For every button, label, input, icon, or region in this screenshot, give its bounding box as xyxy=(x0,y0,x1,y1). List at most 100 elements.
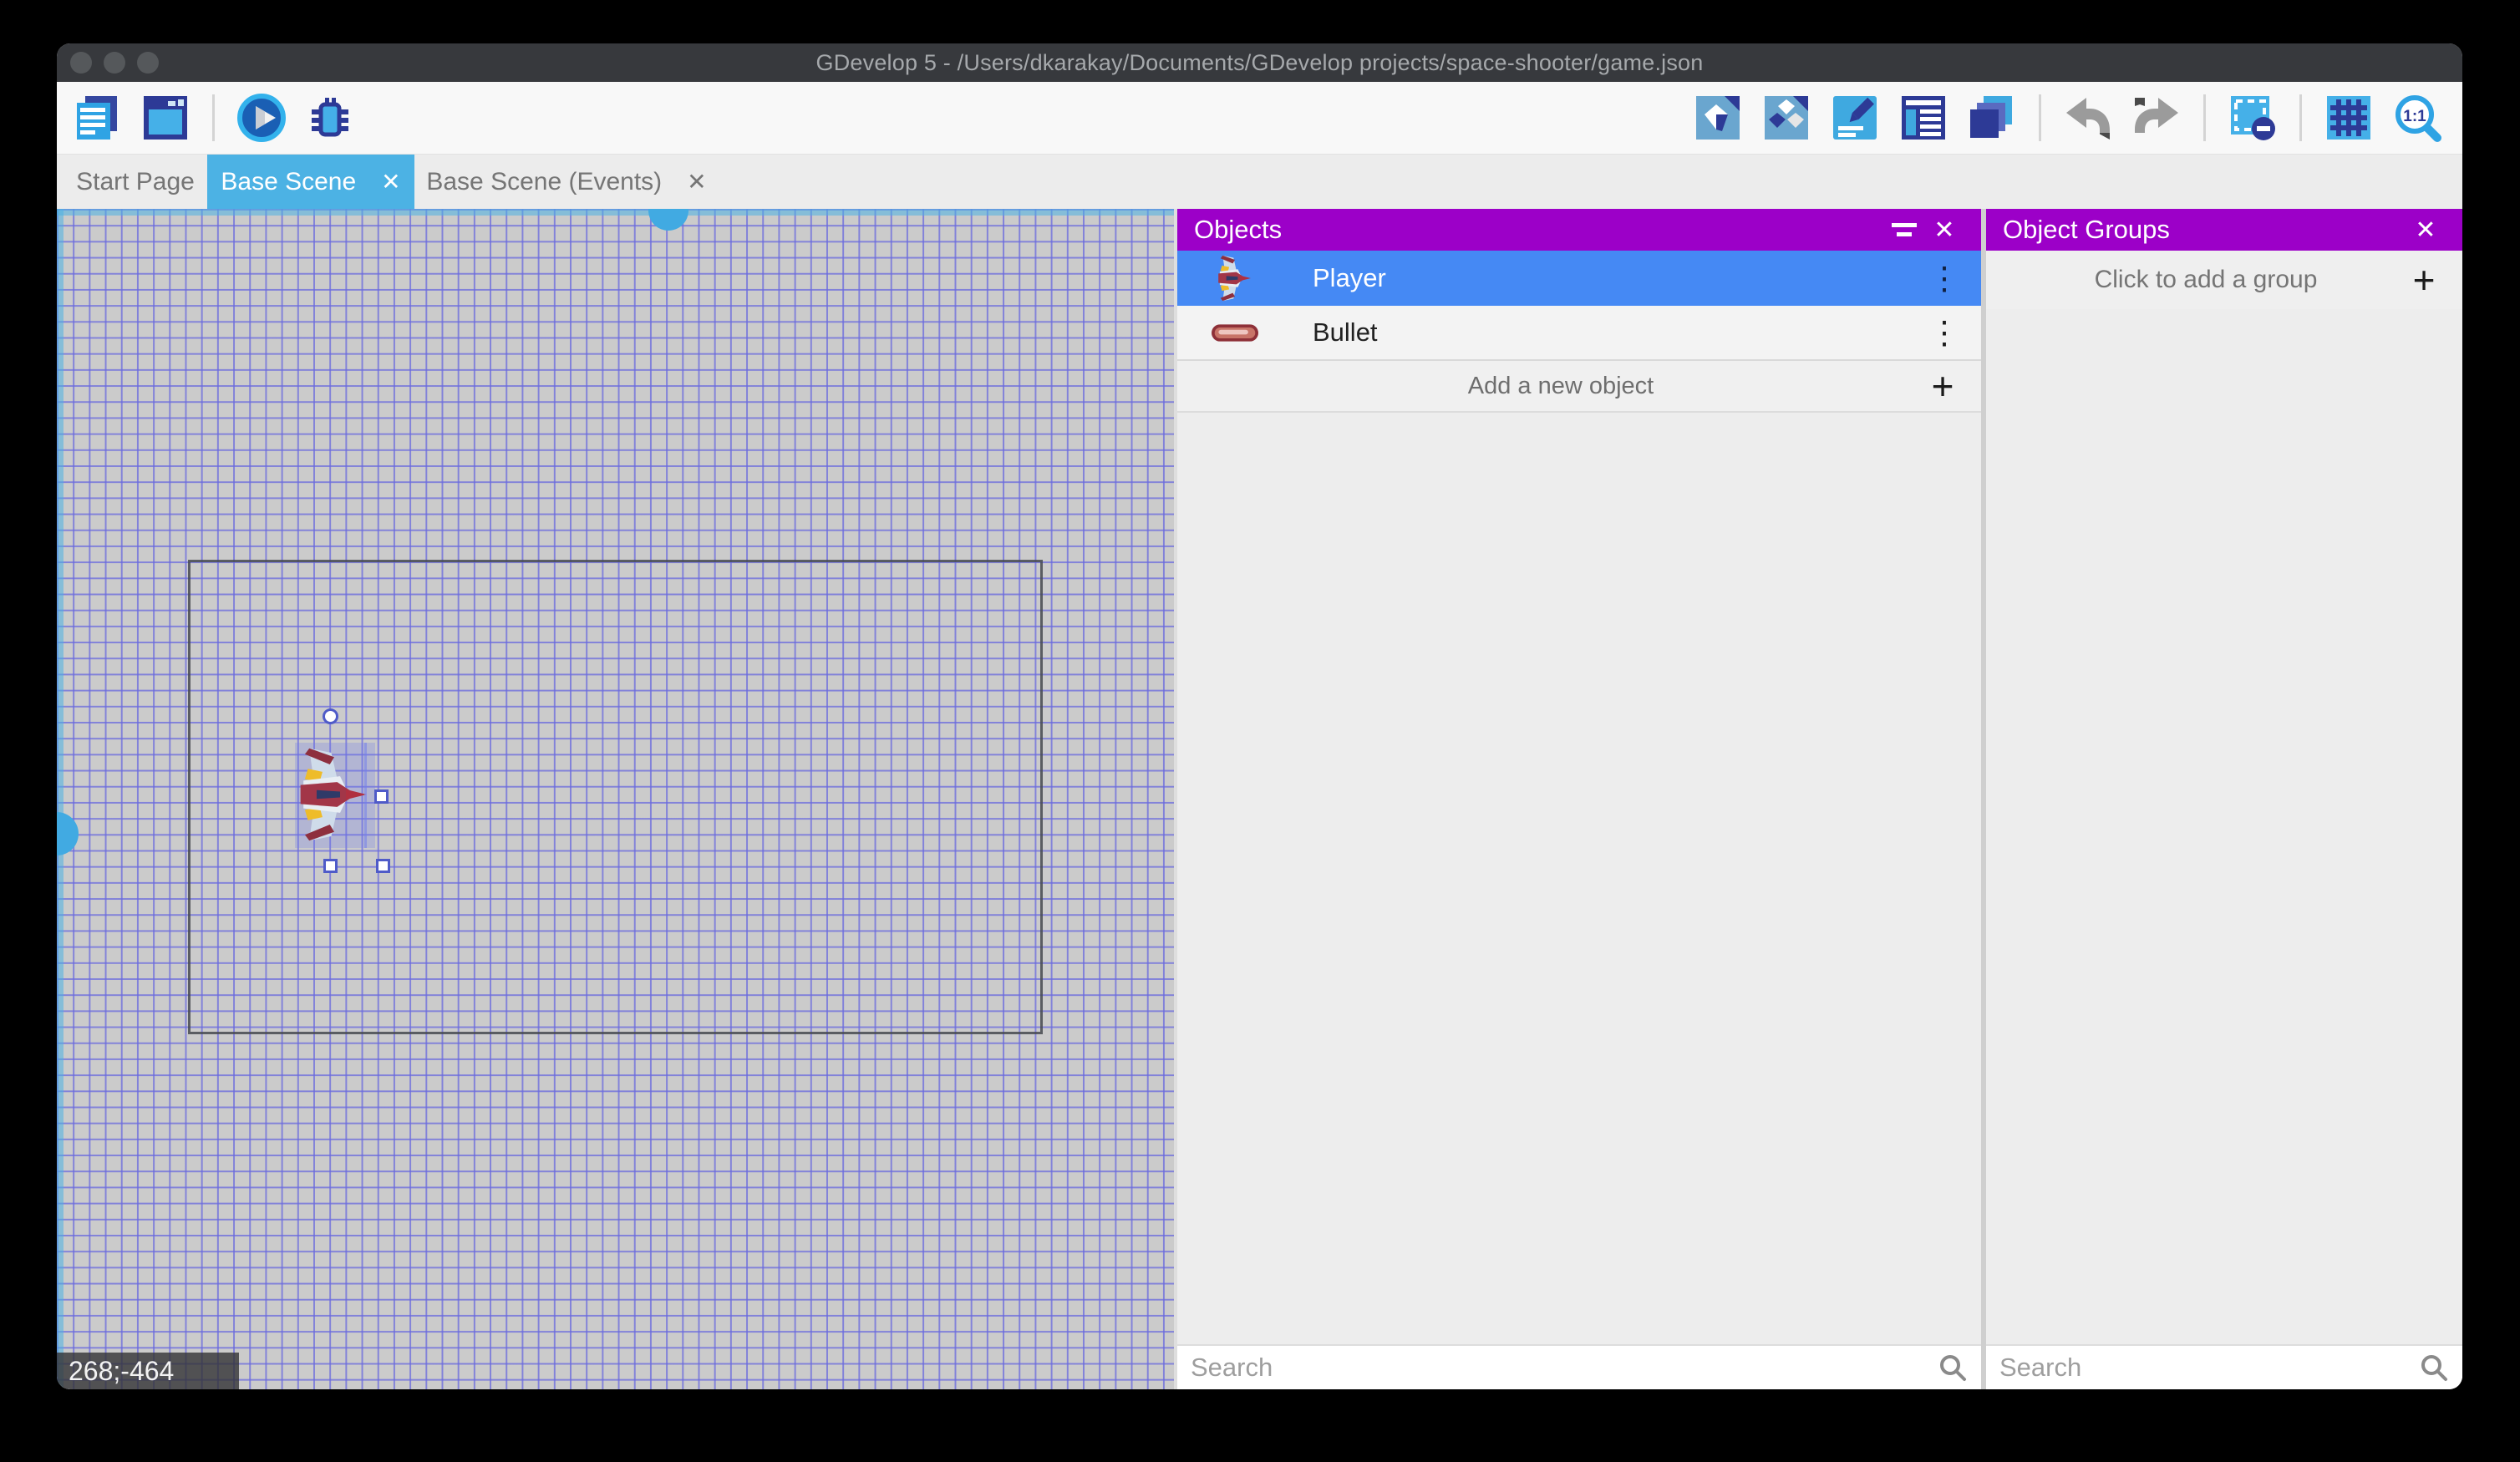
tab-base-scene-events[interactable]: Base Scene (Events) ✕ xyxy=(414,155,719,209)
object-groups-icon xyxy=(1763,94,1810,141)
minimize-window-button[interactable] xyxy=(104,52,125,74)
close-tab-icon[interactable]: ✕ xyxy=(687,170,706,194)
redo-icon xyxy=(2130,94,2183,141)
zoom-one-to-one-button[interactable]: 1:1 xyxy=(2390,91,2444,145)
close-groups-panel-button[interactable]: ✕ xyxy=(2406,210,2446,250)
vertical-scroll-thumb[interactable] xyxy=(57,812,79,855)
objects-panel: Objects ✕ Player ⋮ Bullet xyxy=(1177,209,1981,1389)
project-manager-button[interactable] xyxy=(70,91,124,145)
search-icon xyxy=(1938,1353,1968,1383)
groups-panel-title: Object Groups xyxy=(2003,215,2406,245)
red-capsule-icon xyxy=(1212,324,1258,342)
mask-deselect-button[interactable] xyxy=(2226,91,2279,145)
horizontal-scroll-thumb[interactable] xyxy=(648,209,688,231)
filter-icon xyxy=(1892,223,1917,236)
vertical-scroll-track xyxy=(57,209,64,1389)
play-icon xyxy=(235,91,288,145)
start-page-button[interactable] xyxy=(139,91,192,145)
content: 268;-464 Objects ✕ Player ⋮ xyxy=(57,209,2462,1389)
toolbar-separator xyxy=(2039,94,2041,141)
mask-minus-icon xyxy=(2229,94,2276,141)
add-object-label: Add a new object xyxy=(1197,373,1924,400)
instances-list-icon xyxy=(1900,94,1947,141)
cursor-coordinates-badge: 268;-464 xyxy=(57,1353,239,1389)
close-tab-icon[interactable]: ✕ xyxy=(381,170,400,194)
objects-panel-header: Objects ✕ xyxy=(1177,209,1981,251)
object-row-bullet[interactable]: Bullet ⋮ xyxy=(1177,306,1981,361)
svg-text:1:1: 1:1 xyxy=(2403,108,2426,125)
window-title: GDevelop 5 - /Users/dkarakay/Documents/G… xyxy=(816,50,1704,76)
object-groups-button[interactable] xyxy=(1760,91,1813,145)
groups-list-empty-area xyxy=(1986,309,2462,1344)
tab-label: Base Scene (Events) xyxy=(426,168,662,196)
undo-icon xyxy=(2061,94,2115,141)
horizontal-scroll-track xyxy=(57,209,1174,216)
player-thumbnail xyxy=(1206,255,1264,302)
objects-list-empty-area xyxy=(1177,413,1981,1344)
grid-icon xyxy=(2325,94,2372,141)
toolbar-right: 1:1 xyxy=(1691,91,2444,145)
gdevelop-window: GDevelop 5 - /Users/dkarakay/Documents/G… xyxy=(57,43,2462,1389)
project-manager-icon xyxy=(72,93,122,143)
plus-icon: + xyxy=(2406,257,2442,302)
undo-button[interactable] xyxy=(2061,91,2115,145)
selection-rotate-handle[interactable] xyxy=(323,708,338,724)
close-icon: ✕ xyxy=(2415,216,2436,245)
selection-resize-handle-bottom[interactable] xyxy=(323,859,338,873)
close-icon: ✕ xyxy=(1933,216,1954,245)
objects-search-bar xyxy=(1177,1344,1981,1389)
scene-editor-canvas[interactable]: 268;-464 xyxy=(57,209,1174,1389)
object-groups-panel: Object Groups ✕ Click to add a group + xyxy=(1986,209,2462,1389)
toolbar-left xyxy=(70,91,357,145)
add-group-label: Click to add a group xyxy=(2006,266,2406,294)
selection-resize-handle-right[interactable] xyxy=(374,789,389,804)
objects-panel-title: Objects xyxy=(1194,215,1884,245)
titlebar: GDevelop 5 - /Users/dkarakay/Documents/G… xyxy=(57,43,2462,82)
player-ship-sprite xyxy=(297,747,372,842)
toolbar-separator xyxy=(2203,94,2206,141)
toolbar-separator xyxy=(212,94,215,141)
object-name: Player xyxy=(1313,263,1928,293)
toolbar-separator xyxy=(2299,94,2302,141)
close-window-button[interactable] xyxy=(70,52,92,74)
cursor-coordinates: 268;-464 xyxy=(69,1356,174,1387)
layers-icon xyxy=(1969,94,2015,141)
edit-scene-properties-button[interactable] xyxy=(1828,91,1882,145)
tab-label: Start Page xyxy=(76,168,195,196)
object-menu-button[interactable]: ⋮ xyxy=(1928,314,1961,352)
selection-resize-handle-corner[interactable] xyxy=(376,859,390,873)
toggle-grid-button[interactable] xyxy=(2322,91,2375,145)
object-menu-button[interactable]: ⋮ xyxy=(1928,260,1961,297)
add-group-button[interactable]: Click to add a group + xyxy=(1986,251,2462,309)
layers-button[interactable] xyxy=(1965,91,2019,145)
object-name: Bullet xyxy=(1313,317,1928,348)
play-preview-button[interactable] xyxy=(235,91,288,145)
zoom-window-button[interactable] xyxy=(137,52,159,74)
close-objects-panel-button[interactable]: ✕ xyxy=(1924,210,1964,250)
filter-objects-button[interactable] xyxy=(1884,210,1924,250)
tab-base-scene[interactable]: Base Scene ✕ xyxy=(207,155,414,209)
debug-button[interactable] xyxy=(303,91,357,145)
object-row-player[interactable]: Player ⋮ xyxy=(1177,251,1981,306)
plus-icon: + xyxy=(1924,363,1961,409)
tabbar: Start Page Base Scene ✕ Base Scene (Even… xyxy=(57,154,2462,209)
add-object-button[interactable] xyxy=(1691,91,1745,145)
object-icon xyxy=(1694,94,1741,141)
selected-instance-player[interactable] xyxy=(295,743,375,848)
objects-search-input[interactable] xyxy=(1191,1353,1938,1383)
tab-label: Base Scene xyxy=(221,168,356,196)
groups-search-bar xyxy=(1986,1344,2462,1389)
instances-list-button[interactable] xyxy=(1897,91,1950,145)
bullet-thumbnail xyxy=(1206,324,1264,342)
bug-icon xyxy=(305,93,355,143)
redo-button[interactable] xyxy=(2130,91,2183,145)
groups-search-input[interactable] xyxy=(1999,1353,2419,1383)
spaceship-icon xyxy=(1216,255,1254,302)
tab-start-page[interactable]: Start Page xyxy=(64,155,207,209)
zoom-1-1-icon: 1:1 xyxy=(2392,93,2442,143)
main-toolbar: 1:1 xyxy=(57,82,2462,154)
traffic-lights xyxy=(70,52,159,74)
add-new-object-button[interactable]: Add a new object + xyxy=(1177,361,1981,413)
search-icon xyxy=(2419,1353,2449,1383)
pencil-icon xyxy=(1832,94,1878,141)
